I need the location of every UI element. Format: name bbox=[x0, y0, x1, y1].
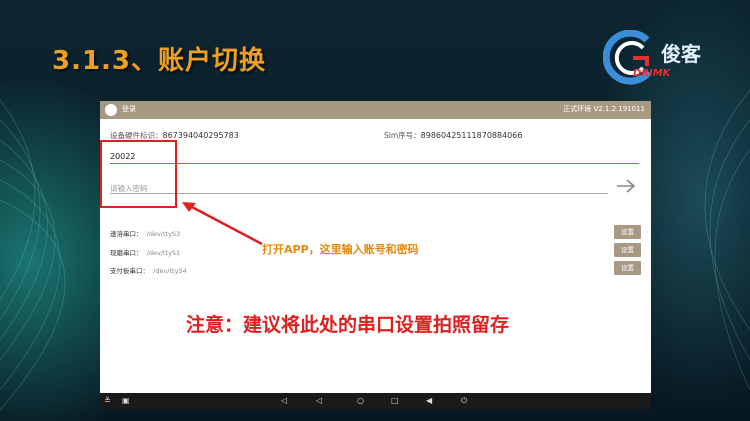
annotation-instruction: 打开APP，这里输入账号和密码 bbox=[262, 243, 419, 256]
annotation-arrow-icon bbox=[182, 202, 263, 246]
annotation-notice: 注意：建议将此处的串口设置拍照留存 bbox=[186, 314, 510, 336]
